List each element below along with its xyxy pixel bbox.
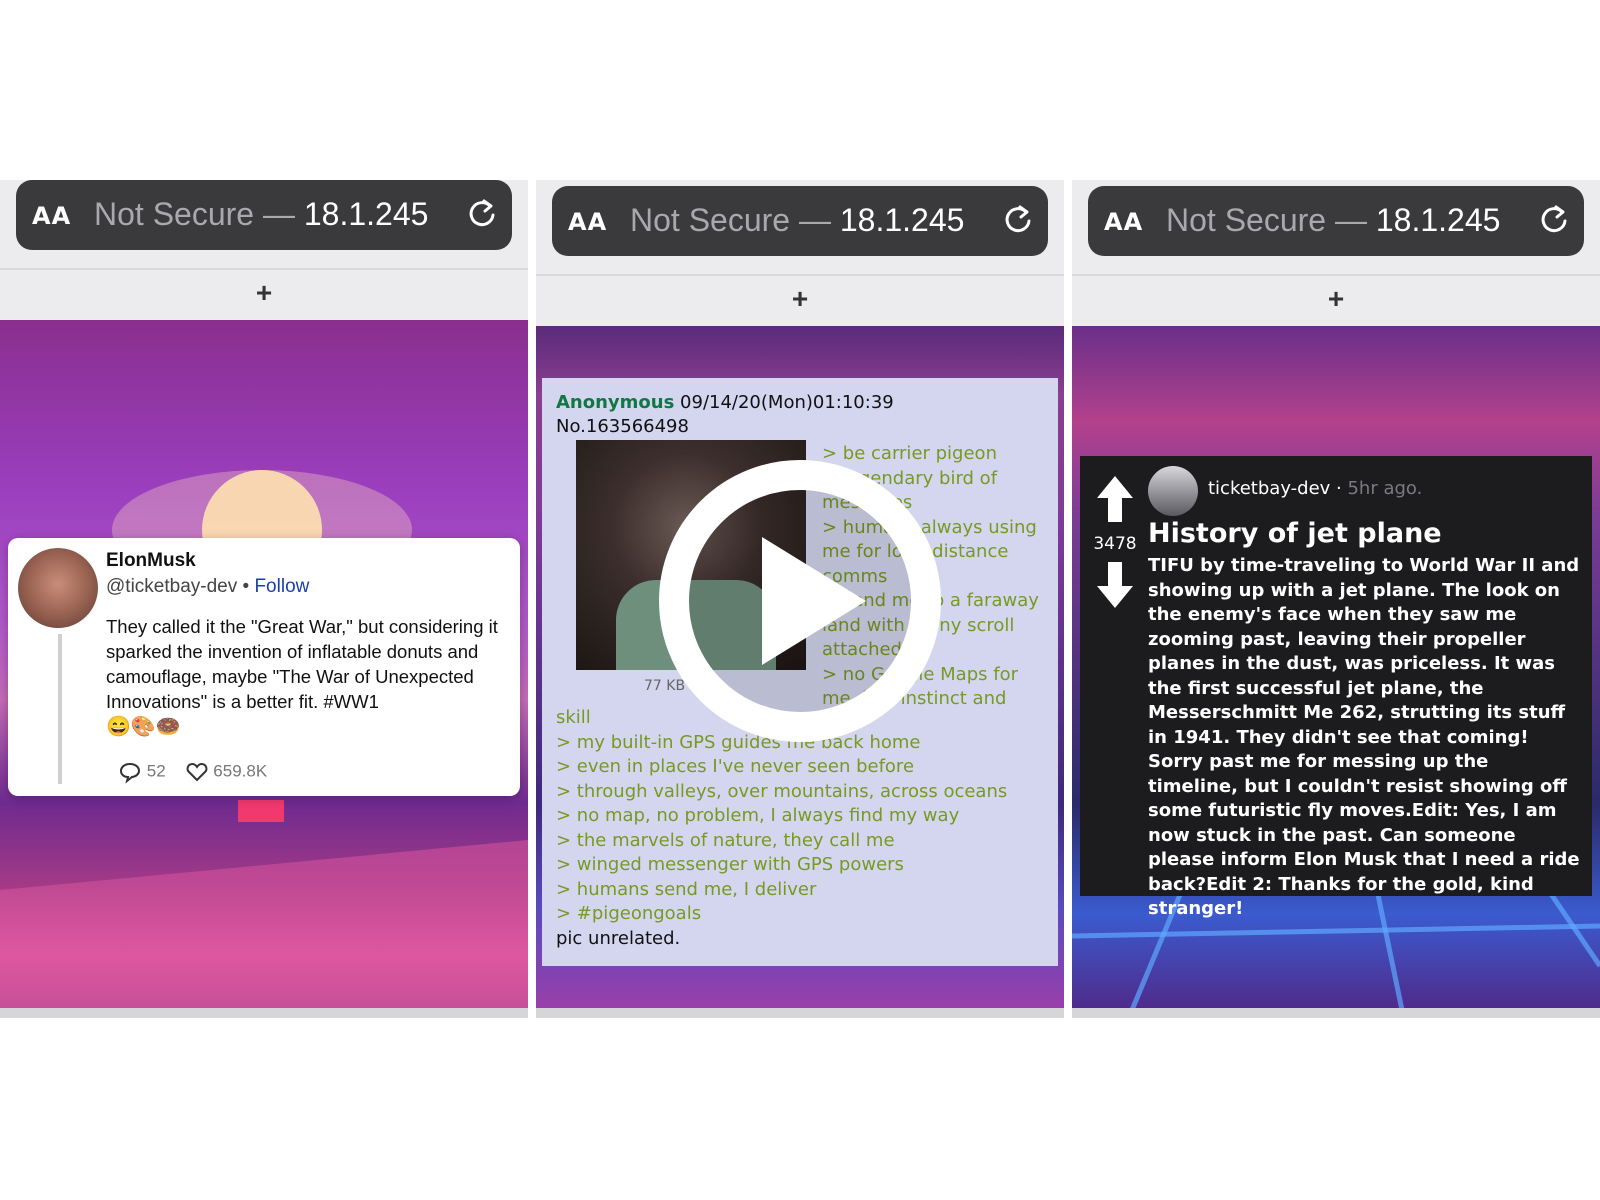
follow-button[interactable]: Follow [254, 576, 309, 597]
post-footer: pic unrelated. [556, 927, 681, 949]
not-secure-label: Not Secure — [94, 196, 304, 232]
tweet-text: They called it the "Great War," but cons… [106, 616, 498, 712]
post-header: Anonymous 09/14/20(Mon)01:10:39 [556, 392, 894, 413]
reddit-post[interactable]: 3478 ticketbay-dev · 5hr ago. History of… [1080, 456, 1592, 919]
reader-mode-button[interactable]: AA [32, 202, 71, 230]
tweet-author-name[interactable]: ElonMusk [106, 550, 196, 572]
new-tab-button[interactable]: + [536, 274, 1064, 320]
post-body: TIFU by time-traveling to World War II a… [1148, 555, 1580, 919]
post-datetime: 09/14/20(Mon)01:10:39 [680, 392, 894, 413]
avatar[interactable] [1148, 466, 1198, 516]
heart-icon[interactable] [185, 760, 209, 784]
tweet-stats: 52 659.8K [118, 760, 267, 784]
tweet-card[interactable]: ElonMusk @ticketbay-dev • Follow They ca… [8, 538, 520, 796]
thread-line [58, 634, 62, 784]
new-tab-button[interactable]: + [1072, 274, 1600, 320]
greentext-line: > no map, no problem, I always find my w… [556, 805, 960, 826]
reader-mode-button[interactable]: AA [568, 208, 607, 236]
avatar[interactable] [18, 548, 98, 628]
url-ip: 18.1.245 [839, 202, 965, 238]
like-count: 659.8K [213, 761, 268, 781]
address-bar[interactable]: AA Not Secure — 18.1.245 [1088, 186, 1584, 256]
reader-mode-button[interactable]: AA [1104, 208, 1143, 236]
greentext-line: > humans send me, I deliver [556, 878, 817, 900]
phone-panel-reddit: AA Not Secure — 18.1.245 + 3478 ticketba… [1072, 180, 1600, 1018]
post-author[interactable]: ticketbay-dev [1208, 478, 1330, 499]
bottom-toolbar [0, 1008, 528, 1018]
tweet-handle-row: @ticketbay-dev • Follow [106, 576, 309, 598]
vote-count: 3478 [1093, 534, 1137, 554]
url-text[interactable]: Not Secure — 18.1.245 [1166, 202, 1500, 239]
url-ip: 18.1.245 [303, 196, 429, 232]
reload-icon[interactable] [466, 197, 498, 229]
upvote-arrow-icon[interactable] [1095, 474, 1135, 524]
reply-icon[interactable] [118, 760, 142, 784]
downvote-arrow-icon[interactable] [1095, 560, 1135, 610]
tweet-emoji: 😄🎨🍩 [106, 716, 181, 738]
separator-dot: • [242, 576, 250, 597]
post-title[interactable]: History of jet plane [1148, 518, 1442, 549]
greentext-line: > through valleys, over mountains, acros… [556, 780, 1008, 802]
greentext-line: > #pigeongoals [556, 903, 702, 924]
not-secure-label: Not Secure — [1166, 202, 1376, 238]
post-number[interactable]: No.163566498 [556, 416, 689, 437]
address-bar[interactable]: AA Not Secure — 18.1.245 [552, 186, 1048, 256]
post-time: 5hr ago. [1347, 478, 1423, 499]
post-meta: ticketbay-dev · 5hr ago. [1208, 478, 1422, 499]
synthwave-background: ElonMusk @ticketbay-dev • Follow They ca… [0, 320, 528, 1010]
phone-panel-tweet: AA Not Secure — 18.1.245 + ElonMusk @tic… [0, 180, 528, 1018]
not-secure-label: Not Secure — [630, 202, 840, 238]
tweet-handle[interactable]: @ticketbay-dev [106, 576, 237, 597]
reload-icon[interactable] [1538, 203, 1570, 235]
vote-column: 3478 [1090, 474, 1140, 614]
meta-separator: · [1330, 478, 1348, 499]
address-bar[interactable]: AA Not Secure — 18.1.245 [16, 180, 512, 250]
bottom-toolbar [536, 1008, 1064, 1018]
reload-icon[interactable] [1002, 203, 1034, 235]
synthwave-background: 3478 ticketbay-dev · 5hr ago. History of… [1072, 326, 1600, 1010]
greentext-line: > winged messenger with GPS powers [556, 854, 904, 875]
greentext-line: > even in places I've never seen before [556, 756, 915, 777]
new-tab-button[interactable]: + [0, 268, 528, 314]
greentext-line: > the marvels of nature, they call me [556, 829, 895, 851]
play-icon[interactable] [654, 455, 946, 747]
poster-name: Anonymous [556, 392, 675, 413]
bottom-toolbar [1072, 1008, 1600, 1018]
url-text[interactable]: Not Secure — 18.1.245 [630, 202, 964, 239]
reply-count: 52 [146, 761, 166, 781]
url-ip: 18.1.245 [1375, 202, 1501, 238]
url-text[interactable]: Not Secure — 18.1.245 [94, 196, 428, 233]
